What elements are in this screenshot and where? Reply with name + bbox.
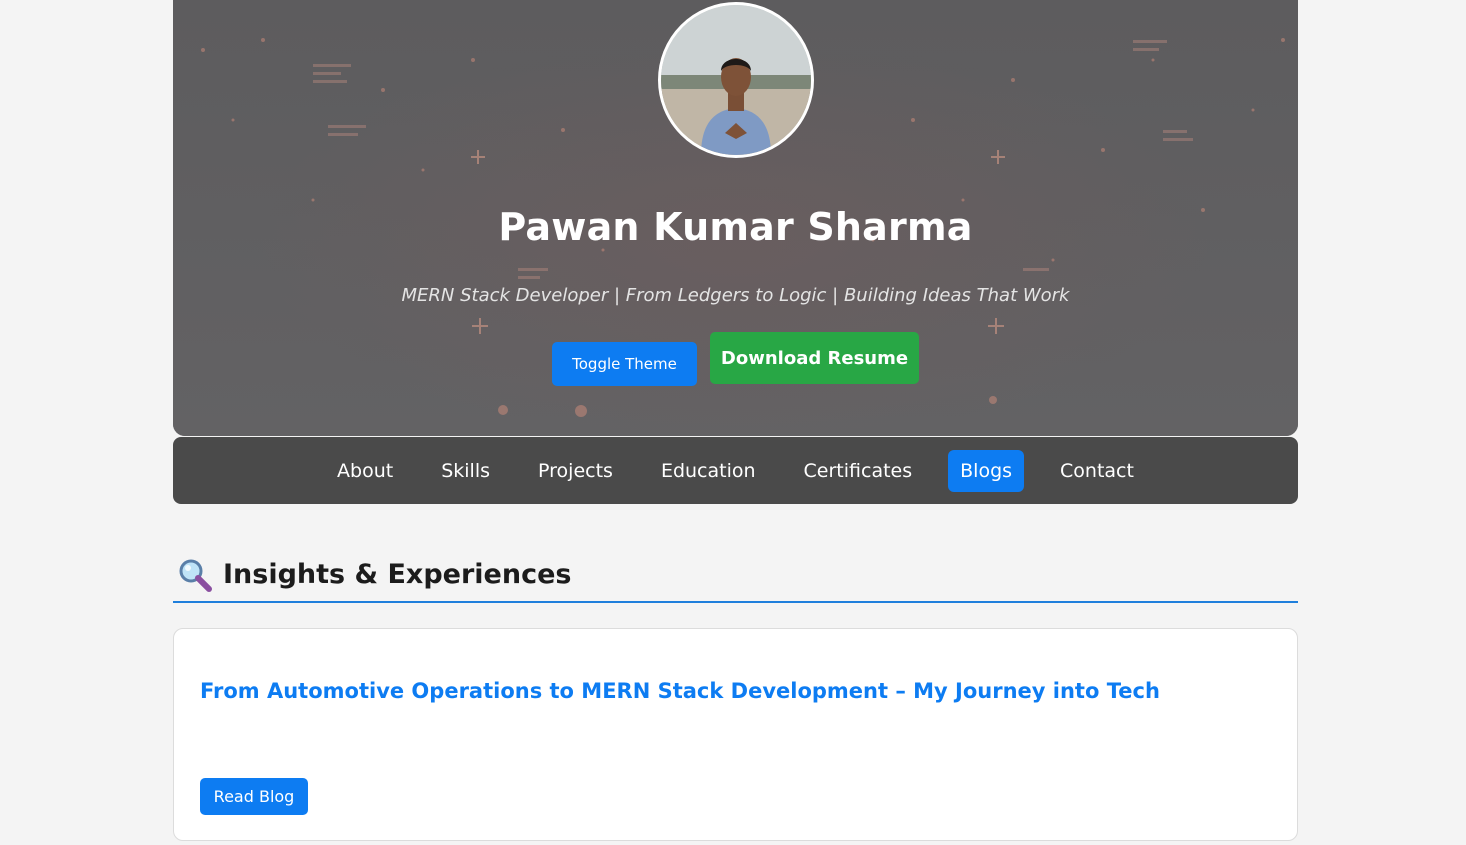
blog-title-link[interactable]: From Automotive Operations to MERN Stack… (200, 679, 1160, 703)
read-blog-button[interactable]: Read Blog (200, 778, 308, 815)
profile-tagline: MERN Stack Developer | From Ledgers to L… (401, 285, 1070, 306)
section-title: Insights & Experiences (223, 559, 572, 590)
nav-item-projects[interactable]: Projects (526, 450, 625, 492)
nav-item-skills[interactable]: Skills (429, 450, 502, 492)
blog-card: From Automotive Operations to MERN Stack… (173, 628, 1298, 841)
section-header: Insights & Experiences (173, 555, 1298, 603)
nav-item-certificates[interactable]: Certificates (792, 450, 925, 492)
hero-banner: Pawan Kumar Sharma MERN Stack Developer … (173, 0, 1298, 436)
nav-item-blogs[interactable]: Blogs (948, 449, 1025, 492)
profile-avatar (658, 2, 814, 158)
main-navigation: About Skills Projects Education Certific… (173, 437, 1298, 504)
nav-item-contact[interactable]: Contact (1048, 450, 1146, 492)
profile-photo-icon (661, 5, 811, 155)
nav-item-education[interactable]: Education (649, 450, 768, 492)
profile-name: Pawan Kumar Sharma (498, 205, 973, 249)
nav-item-about[interactable]: About (325, 450, 405, 492)
download-resume-button[interactable]: Download Resume (710, 332, 919, 384)
toggle-theme-button[interactable]: Toggle Theme (552, 342, 697, 386)
portfolio-page: Pawan Kumar Sharma MERN Stack Developer … (0, 0, 1466, 845)
magnifying-glass-icon (179, 559, 212, 592)
